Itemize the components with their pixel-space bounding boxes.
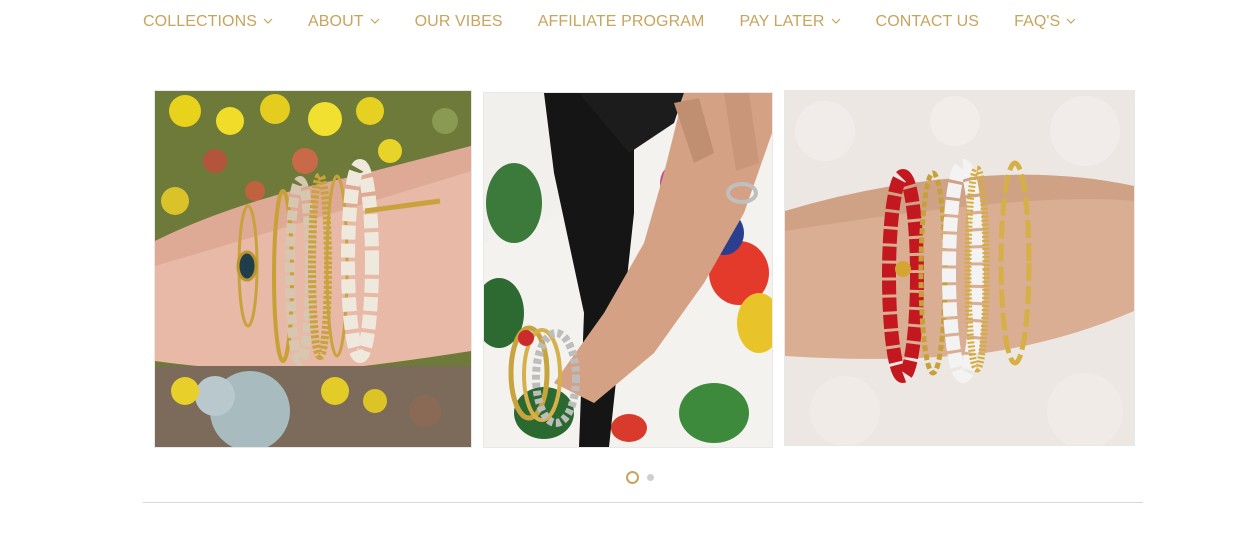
carousel-dot-1[interactable] — [626, 471, 639, 484]
nav-item-label: FAQ'S — [1014, 13, 1061, 30]
carousel-image-hand-hair[interactable] — [483, 92, 773, 448]
nav-item-faqs[interactable]: FAQ'S — [1014, 13, 1076, 31]
carousel-image-bracelets-flowers[interactable] — [154, 90, 472, 448]
nav-item-label: COLLECTIONS — [143, 13, 258, 30]
section-divider — [143, 502, 1143, 503]
nav-item-about[interactable]: ABOUT — [308, 13, 380, 31]
main-nav: COLLECTIONS ABOUT OUR VIBES AFFILIATE PR… — [143, 0, 1111, 44]
nav-item-label: OUR VIBES — [414, 13, 503, 30]
nav-item-contact-us[interactable]: CONTACT US — [876, 13, 980, 31]
chevron-down-icon — [263, 16, 273, 26]
nav-item-our-vibes[interactable]: OUR VIBES — [415, 13, 503, 31]
carousel-image-red-bracelets[interactable] — [784, 90, 1135, 446]
page: COLLECTIONS ABOUT OUR VIBES AFFILIATE PR… — [0, 0, 1255, 540]
chevron-down-icon — [370, 16, 380, 26]
carousel-dot-2[interactable] — [647, 474, 654, 481]
nav-item-label: AFFILIATE PROGRAM — [537, 13, 705, 30]
carousel-pagination — [626, 471, 654, 484]
nav-item-label: CONTACT US — [875, 13, 980, 30]
nav-item-pay-later[interactable]: PAY LATER — [739, 13, 840, 31]
chevron-down-icon — [1066, 16, 1076, 26]
image-carousel — [143, 80, 1143, 455]
nav-item-label: PAY LATER — [739, 13, 825, 30]
nav-item-label: ABOUT — [308, 13, 364, 30]
chevron-down-icon — [831, 16, 841, 26]
nav-item-affiliate-program[interactable]: AFFILIATE PROGRAM — [538, 13, 705, 31]
nav-item-collections[interactable]: COLLECTIONS — [143, 13, 273, 31]
